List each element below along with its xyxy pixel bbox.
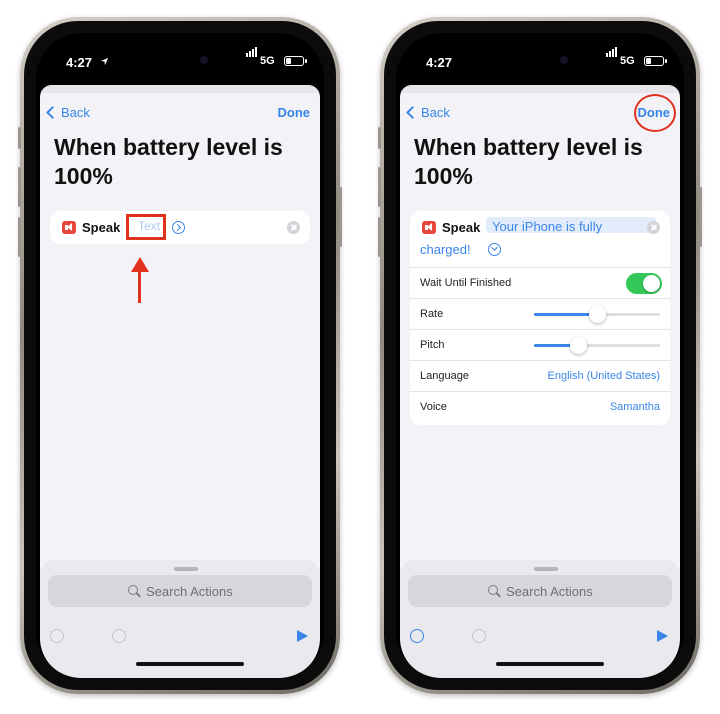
status-bar: 4:27 5G xyxy=(396,33,684,85)
rate-slider[interactable] xyxy=(534,306,660,323)
rate-slider-thumb[interactable] xyxy=(589,306,606,323)
done-button[interactable]: Done xyxy=(278,105,311,120)
rate-slider-fill xyxy=(534,313,597,316)
action-label: Speak xyxy=(442,220,481,235)
dynamic-island xyxy=(502,47,586,73)
back-button[interactable]: Back xyxy=(46,105,90,120)
play-icon[interactable] xyxy=(297,630,308,642)
play-icon[interactable] xyxy=(657,630,668,642)
volume-up-button xyxy=(378,167,381,207)
annotation-circle xyxy=(634,94,676,132)
drawer-grabber[interactable] xyxy=(174,567,198,571)
action-label: Speak xyxy=(82,220,121,235)
home-indicator[interactable] xyxy=(136,662,244,666)
undo-icon[interactable] xyxy=(50,629,64,643)
action-button xyxy=(18,127,21,149)
text-parameter-line1[interactable]: Your iPhone is fully xyxy=(492,219,602,234)
search-icon xyxy=(488,585,498,595)
dynamic-island xyxy=(142,47,226,73)
shortcut-editor: Back Done When battery level is 100% Spe… xyxy=(400,85,680,678)
side-button xyxy=(699,187,702,247)
clear-icon[interactable] xyxy=(287,221,300,234)
network-label: 5G xyxy=(620,55,635,67)
language-value[interactable]: English (United States) xyxy=(548,370,661,382)
language-row[interactable]: Language English (United States) xyxy=(410,360,670,391)
rate-row: Rate xyxy=(410,298,670,329)
status-time: 4:27 xyxy=(426,55,453,70)
search-field[interactable]: Search Actions xyxy=(48,575,312,607)
shortcut-editor: Back Done When battery level is 100% Spe… xyxy=(40,85,320,678)
wait-until-finished-row: Wait Until Finished xyxy=(410,267,670,298)
speak-action-card: Speak Text xyxy=(50,211,310,244)
back-label: Back xyxy=(421,105,450,120)
speak-row: Speak Text xyxy=(50,211,310,244)
clear-icon[interactable] xyxy=(647,221,660,234)
volume-down-button xyxy=(18,217,21,257)
status-time: 4:27 xyxy=(66,55,93,70)
wait-label: Wait Until Finished xyxy=(420,277,512,289)
volume-up-button xyxy=(18,167,21,207)
redo-icon[interactable] xyxy=(472,629,486,643)
chevron-down-icon[interactable] xyxy=(488,243,501,256)
screen: 4:27 5G Back Done When battery level is … xyxy=(396,33,684,678)
pitch-row: Pitch xyxy=(410,329,670,360)
page-title: When battery level is 100% xyxy=(414,134,643,189)
left-phone: 4:27 5G Back Done When battery level is … xyxy=(18,17,342,694)
speaker-icon xyxy=(62,221,76,234)
search-icon xyxy=(128,585,138,595)
actions-drawer: Search Actions xyxy=(40,560,320,678)
voice-label: Voice xyxy=(420,401,447,413)
drawer-grabber[interactable] xyxy=(534,567,558,571)
redo-icon[interactable] xyxy=(112,629,126,643)
language-label: Language xyxy=(420,370,469,382)
camera-dot xyxy=(560,56,568,64)
voice-row[interactable]: Voice Samantha xyxy=(410,391,670,422)
speak-row: Speak Your iPhone is fully charged! xyxy=(410,211,670,267)
battery-icon xyxy=(644,56,667,66)
pitch-slider[interactable] xyxy=(534,337,660,354)
search-placeholder: Search Actions xyxy=(146,584,233,599)
back-chevron-icon xyxy=(406,106,419,119)
network-label: 5G xyxy=(260,55,275,67)
text-parameter-line2[interactable]: charged! xyxy=(420,242,471,257)
side-button xyxy=(339,187,342,247)
rate-label: Rate xyxy=(420,308,444,320)
battery-icon xyxy=(284,56,307,66)
bezel: 4:27 5G Back Done When battery level is … xyxy=(24,21,336,690)
annotation-arrow xyxy=(131,257,149,303)
home-indicator[interactable] xyxy=(496,662,604,666)
voice-value[interactable]: Samantha xyxy=(610,401,660,413)
chevron-right-icon[interactable] xyxy=(172,221,185,234)
action-button xyxy=(378,127,381,149)
annotation-highlight-box xyxy=(126,214,166,240)
actions-drawer: Search Actions xyxy=(400,560,680,678)
bezel: 4:27 5G Back Done When battery level is … xyxy=(384,21,696,690)
back-label: Back xyxy=(61,105,90,120)
speak-action-card: Speak Your iPhone is fully charged! Wait… xyxy=(410,211,670,425)
camera-dot xyxy=(200,56,208,64)
speaker-icon xyxy=(422,221,436,234)
location-arrow-icon xyxy=(100,57,109,66)
search-field[interactable]: Search Actions xyxy=(408,575,672,607)
sheet-edge xyxy=(400,85,680,93)
wait-toggle[interactable] xyxy=(626,273,662,294)
page-title: When battery level is 100% xyxy=(54,134,283,189)
back-button[interactable]: Back xyxy=(406,105,450,120)
undo-icon[interactable] xyxy=(410,629,424,643)
sheet-edge xyxy=(40,85,320,93)
pitch-slider-thumb[interactable] xyxy=(570,337,588,354)
search-placeholder: Search Actions xyxy=(506,584,593,599)
status-bar: 4:27 5G xyxy=(36,33,324,85)
right-phone: 4:27 5G Back Done When battery level is … xyxy=(378,17,702,694)
toggle-knob xyxy=(643,275,660,292)
pitch-label: Pitch xyxy=(420,339,445,351)
screen: 4:27 5G Back Done When battery level is … xyxy=(36,33,324,678)
comparison-stage: 4:27 5G Back Done When battery level is … xyxy=(0,0,720,714)
volume-down-button xyxy=(378,217,381,257)
back-chevron-icon xyxy=(46,106,59,119)
